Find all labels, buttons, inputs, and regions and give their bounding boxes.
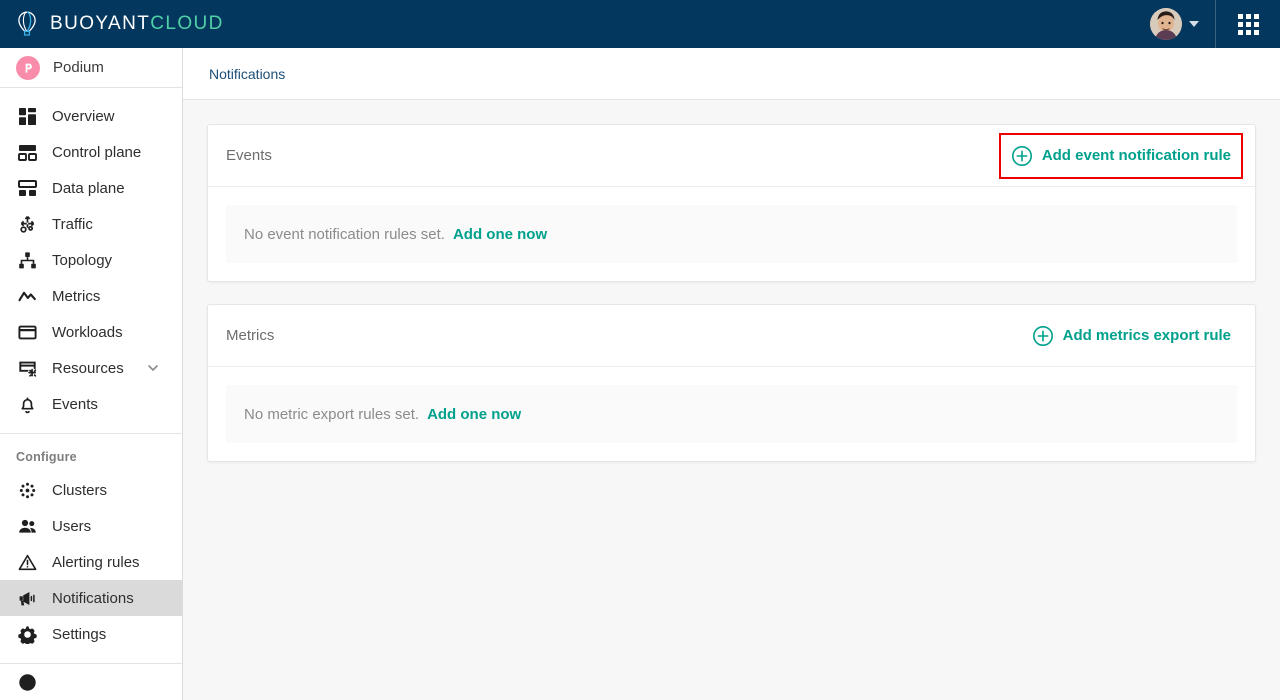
- metrics-card-title: Metrics: [226, 327, 275, 344]
- apps-launcher-button[interactable]: [1216, 0, 1280, 48]
- sidebar-item-label: Data plane: [52, 179, 125, 197]
- metrics-add-one-now-link[interactable]: Add one now: [427, 406, 521, 423]
- control-plane-icon: [16, 141, 38, 163]
- sidebar-item-metrics[interactable]: Metrics: [0, 278, 182, 314]
- hot-air-balloon-icon: [14, 10, 40, 38]
- sidebar-item-resources[interactable]: Resources: [0, 350, 182, 386]
- sidebar-section-heading: Configure: [16, 450, 77, 464]
- sidebar-item-label: Notifications: [52, 589, 134, 607]
- add-event-notification-rule-label: Add event notification rule: [1041, 147, 1231, 164]
- help-circle-icon: [16, 671, 38, 693]
- megaphone-icon: [16, 587, 38, 609]
- app-root: BUOYANTCLOUD Podium Overview Control pla…: [0, 0, 1280, 700]
- apps-grid-icon: [1237, 13, 1259, 35]
- gear-icon: [16, 623, 38, 645]
- add-metrics-export-rule-button[interactable]: Add metrics export rule: [1026, 319, 1237, 353]
- sidebar-item-label: Alerting rules: [52, 553, 140, 571]
- sidebar-item-control-plane[interactable]: Control plane: [0, 134, 182, 170]
- page-body: Podium Overview Control plane Data plane…: [0, 48, 1280, 700]
- metrics-card-header: Metrics Add metrics export rule: [208, 305, 1255, 367]
- traffic-icon: [16, 213, 38, 235]
- content-area: Notifications Events Add event notificat…: [183, 48, 1280, 700]
- sidebar-item-label: Events: [52, 395, 98, 413]
- sidebar-item-clusters[interactable]: Clusters: [0, 472, 182, 508]
- sidebar-item-label: Workloads: [52, 323, 123, 341]
- breadcrumb-bar: Notifications: [183, 48, 1280, 100]
- metrics-empty-state: No metric export rules set. Add one now: [226, 385, 1237, 443]
- top-bar-right: [1140, 0, 1280, 48]
- sidebar-item-overflow[interactable]: [0, 664, 182, 700]
- brand-logo[interactable]: BUOYANTCLOUD: [0, 10, 224, 38]
- events-empty-text: No event notification rules set.: [244, 225, 445, 243]
- metrics-card: Metrics Add metrics export rule No metri…: [207, 304, 1256, 462]
- add-metrics-export-rule-label: Add metrics export rule: [1062, 327, 1231, 344]
- org-name: Podium: [53, 59, 104, 76]
- sidebar-item-label: Clusters: [52, 481, 108, 499]
- data-plane-icon: [16, 177, 38, 199]
- users-icon: [16, 515, 38, 537]
- sidebar-item-label: Traffic: [52, 215, 93, 233]
- metrics-chart-icon: [16, 285, 38, 307]
- bell-icon: [16, 393, 38, 415]
- events-card: Events Add event notification rule No ev…: [207, 124, 1256, 282]
- user-menu-button[interactable]: [1140, 0, 1215, 48]
- add-event-notification-rule-button[interactable]: Add event notification rule: [998, 132, 1244, 179]
- clusters-icon: [16, 479, 38, 501]
- warning-triangle-icon: [16, 551, 38, 573]
- sidebar-item-label: Topology: [52, 251, 113, 269]
- sidebar-item-label: Control plane: [52, 143, 142, 161]
- events-card-header: Events Add event notification rule: [208, 125, 1255, 187]
- sidebar-item-label: Users: [52, 517, 92, 535]
- sidebar-item-label: Metrics: [52, 287, 101, 305]
- sidebar-item-workloads[interactable]: Workloads: [0, 314, 182, 350]
- sidebar-item-events[interactable]: Events: [0, 386, 182, 422]
- brand-text: BUOYANTCLOUD: [50, 13, 224, 35]
- sidebar-item-data-plane[interactable]: Data plane: [0, 170, 182, 206]
- avatar: [1150, 8, 1182, 40]
- sidebar-item-label: Resources: [52, 359, 124, 377]
- sidebar-item-notifications[interactable]: Notifications: [0, 580, 182, 616]
- brand-secondary: CLOUD: [150, 13, 224, 34]
- metrics-empty-text: No metric export rules set.: [244, 405, 420, 423]
- plus-circle-icon: [1032, 325, 1054, 347]
- sidebar-item-settings[interactable]: Settings: [0, 616, 182, 652]
- sidebar-item-topology[interactable]: Topology: [0, 242, 182, 278]
- events-empty-state: No event notification rules set. Add one…: [226, 205, 1237, 263]
- events-card-title: Events: [226, 147, 272, 164]
- resources-icon: [16, 357, 38, 379]
- plus-circle-icon: [1011, 145, 1033, 167]
- sidebar-item-label: Settings: [52, 625, 107, 643]
- sidebar-nav: Overview Control plane Data plane Traffi…: [0, 88, 182, 700]
- sidebar-item-traffic[interactable]: Traffic: [0, 206, 182, 242]
- breadcrumb: Notifications: [209, 65, 286, 82]
- dashboard-icon: [16, 105, 38, 127]
- sidebar: Podium Overview Control plane Data plane…: [0, 48, 183, 700]
- sidebar-item-users[interactable]: Users: [0, 508, 182, 544]
- sidebar-item-label: Overview: [52, 107, 115, 125]
- chevron-down-icon[interactable]: [146, 361, 160, 375]
- panels-container: Events Add event notification rule No ev…: [183, 100, 1280, 484]
- metrics-card-body: No metric export rules set. Add one now: [208, 367, 1255, 461]
- org-switcher[interactable]: Podium: [0, 48, 182, 88]
- sidebar-item-overview[interactable]: Overview: [0, 98, 182, 134]
- sidebar-item-alerting-rules[interactable]: Alerting rules: [0, 544, 182, 580]
- events-add-one-now-link[interactable]: Add one now: [453, 226, 547, 243]
- podium-logo-icon: [16, 55, 40, 80]
- top-bar: BUOYANTCLOUD: [0, 0, 1280, 48]
- topology-icon: [16, 249, 38, 271]
- events-card-body: No event notification rules set. Add one…: [208, 187, 1255, 281]
- chevron-down-icon: [1189, 21, 1199, 27]
- brand-primary: BUOYANT: [50, 13, 151, 34]
- workloads-icon: [16, 321, 38, 343]
